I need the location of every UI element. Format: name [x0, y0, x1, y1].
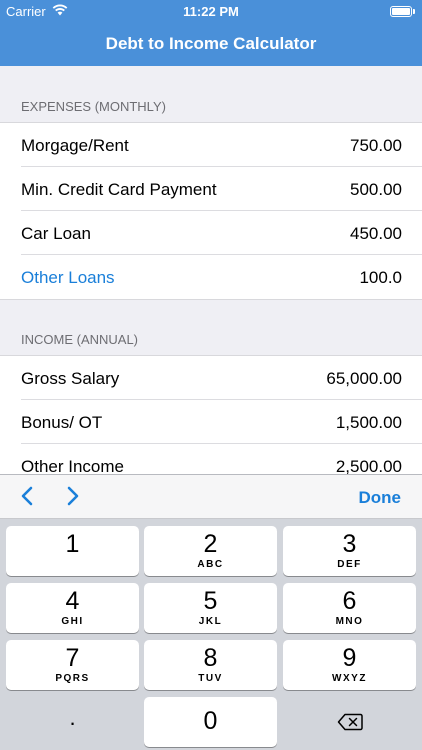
income-row-bonus[interactable]: Bonus/ OT 1,500.00 [0, 400, 422, 444]
row-label: Gross Salary [21, 369, 120, 388]
row-value-input[interactable]: 750.00 [350, 136, 402, 156]
chevron-right-icon[interactable] [61, 485, 83, 507]
row-value-input[interactable]: 65,000.00 [326, 369, 402, 389]
delete-key[interactable] [283, 697, 416, 747]
key-4[interactable]: 4 GHI [6, 583, 139, 633]
expense-row-credit-card[interactable]: Min. Credit Card Payment 500.00 [0, 167, 422, 211]
backspace-icon [337, 713, 363, 731]
row-value-input[interactable]: 500.00 [350, 180, 402, 200]
expenses-section-header: EXPENSES (MONTHLY) [21, 99, 166, 114]
income-row-gross-salary[interactable]: Gross Salary 65,000.00 [0, 356, 422, 400]
key-digit: 5 [203, 587, 218, 615]
income-group: Gross Salary 65,000.00 Bonus/ OT 1,500.0… [0, 355, 422, 487]
key-letters: TUV [198, 673, 223, 684]
key-digit: 1 [65, 530, 80, 558]
key-letters: WXYZ [332, 673, 367, 684]
row-value-input[interactable]: 450.00 [350, 224, 402, 244]
row-label: Morgage/Rent [21, 136, 129, 155]
page-title: Debt to Income Calculator [105, 34, 317, 53]
row-label: Min. Credit Card Payment [21, 180, 217, 199]
key-digit: 0 [203, 707, 218, 735]
key-digit: 3 [342, 530, 357, 558]
expense-row-rent[interactable]: Morgage/Rent 750.00 [0, 123, 422, 167]
clock-time: 11:22 PM [183, 4, 239, 19]
income-section-header: INCOME (ANNUAL) [21, 332, 139, 347]
key-digit: 9 [342, 644, 357, 672]
keyboard-accessory-bar: Done [0, 475, 422, 519]
key-1[interactable]: 1 [6, 526, 139, 576]
row-value-input[interactable]: 100.0 [359, 268, 402, 288]
expense-row-car-loan[interactable]: Car Loan 450.00 [0, 211, 422, 255]
expense-row-other-loans[interactable]: Other Loans 100.0 [0, 255, 422, 299]
status-bar: Carrier 11:22 PM [0, 0, 422, 24]
key-9[interactable]: 9 WXYZ [283, 640, 416, 690]
key-letters: DEF [337, 559, 362, 570]
key-3[interactable]: 3 DEF [283, 526, 416, 576]
key-letters: GHI [61, 616, 84, 627]
chevron-left-icon[interactable] [17, 485, 39, 507]
row-label: Bonus/ OT [21, 413, 103, 432]
numeric-keyboard: Done 1 2 ABC 3 DEF 4 GHI 5 JKL 6 MNO 7 P… [0, 474, 422, 750]
key-letters: JKL [198, 616, 223, 627]
key-decimal[interactable]: . [6, 697, 139, 747]
key-6[interactable]: 6 MNO [283, 583, 416, 633]
key-digit: 7 [65, 644, 80, 672]
expenses-group: Morgage/Rent 750.00 Min. Credit Card Pay… [0, 122, 422, 300]
key-digit: 8 [203, 644, 218, 672]
key-digit: 4 [65, 587, 80, 615]
battery-icon [390, 6, 415, 17]
key-letters: PQRS [55, 673, 90, 684]
row-label: Car Loan [21, 224, 91, 243]
key-8[interactable]: 8 TUV [144, 640, 277, 690]
key-letters: ABC [197, 559, 224, 570]
key-digit: . [69, 705, 76, 730]
key-5[interactable]: 5 JKL [144, 583, 277, 633]
key-letters: MNO [335, 616, 364, 627]
nav-bar: Debt to Income Calculator [0, 24, 422, 66]
key-7[interactable]: 7 PQRS [6, 640, 139, 690]
key-digit: 2 [203, 530, 218, 558]
key-2[interactable]: 2 ABC [144, 526, 277, 576]
key-0[interactable]: 0 [144, 697, 277, 747]
other-loans-link[interactable]: Other Loans [21, 268, 115, 288]
key-digit: 6 [342, 587, 357, 615]
row-value-input[interactable]: 1,500.00 [336, 413, 402, 433]
done-button[interactable]: Done [359, 488, 402, 508]
